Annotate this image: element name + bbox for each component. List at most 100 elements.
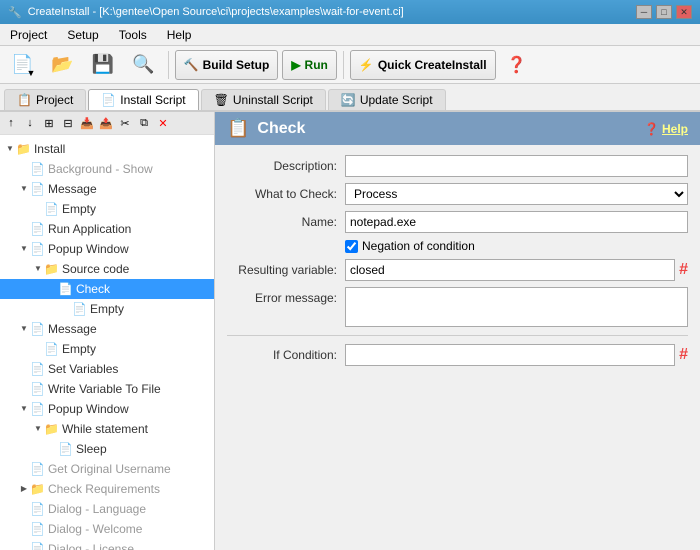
menu-help[interactable]: Help xyxy=(161,26,198,44)
what-to-check-select[interactable]: Process File Registry Service xyxy=(345,183,688,205)
run-button[interactable]: ▶ Run xyxy=(282,50,337,80)
tree-label-popup2: Popup Window xyxy=(48,400,129,418)
tree-icon-dialog-lang: 📄 xyxy=(30,500,45,518)
tab-update-script[interactable]: 🔄 Update Script xyxy=(328,89,446,110)
resulting-variable-hash-button[interactable]: # xyxy=(679,262,688,278)
expander-placeholder-get-username xyxy=(18,463,30,475)
maximize-button[interactable]: □ xyxy=(656,5,672,19)
window-controls: ─ □ ✕ xyxy=(636,5,692,19)
tree-label-set-variables: Set Variables xyxy=(48,360,118,378)
tree-label-popup1: Popup Window xyxy=(48,240,129,258)
stb-remove[interactable]: 📤 xyxy=(97,114,115,132)
stb-nav-up[interactable]: ↑ xyxy=(2,114,20,132)
tab-project-label: Project xyxy=(36,93,73,107)
tree-item-background-show[interactable]: 📄Background - Show xyxy=(0,159,214,179)
negation-row: Negation of condition xyxy=(345,239,688,253)
stb-copy[interactable]: ⧉ xyxy=(135,114,153,132)
tree-label-dialog-lang: Dialog - Language xyxy=(48,500,146,518)
tree-item-empty2[interactable]: 📄Empty xyxy=(0,299,214,319)
run-label: Run xyxy=(305,58,328,72)
name-input[interactable] xyxy=(345,211,688,233)
run-icon: ▶ xyxy=(291,58,300,72)
tab-project[interactable]: 📋 Project xyxy=(4,89,86,110)
build-setup-button[interactable]: 🔨 Build Setup xyxy=(175,50,279,80)
stb-cut[interactable]: ✂ xyxy=(116,114,134,132)
tree-item-write-variable[interactable]: 📄Write Variable To File xyxy=(0,379,214,399)
expander-placeholder-dialog-lang xyxy=(18,503,30,515)
tree-item-popup2[interactable]: ▼📄Popup Window xyxy=(0,399,214,419)
negation-checkbox[interactable] xyxy=(345,240,358,253)
title-bar-text: CreateInstall - [K:\gentee\Open Source\c… xyxy=(28,6,404,18)
tree-item-dialog-welcome[interactable]: 📄Dialog - Welcome xyxy=(0,519,214,539)
quick-create-icon: ⚡ xyxy=(359,58,374,72)
minimize-button[interactable]: ─ xyxy=(636,5,652,19)
tree-item-message1[interactable]: ▼📄Message xyxy=(0,179,214,199)
description-input[interactable] xyxy=(345,155,688,177)
error-message-textarea[interactable] xyxy=(345,287,688,327)
tree-label-get-username: Get Original Username xyxy=(48,460,171,478)
help-link[interactable]: Help xyxy=(662,122,688,136)
tree-item-sleep[interactable]: 📄Sleep xyxy=(0,439,214,459)
help-button[interactable]: ❓ xyxy=(500,49,534,81)
expander-install[interactable]: ▼ xyxy=(4,143,16,155)
quick-create-button[interactable]: ⚡ Quick CreateInstall xyxy=(350,50,496,80)
expander-popup1[interactable]: ▼ xyxy=(18,243,30,255)
menu-project[interactable]: Project xyxy=(4,26,53,44)
tree-icon-message2: 📄 xyxy=(30,320,45,338)
expander-while-statement[interactable]: ▼ xyxy=(32,423,44,435)
tree-icon-set-variables: 📄 xyxy=(30,360,45,378)
tree-item-dialog-lang[interactable]: 📄Dialog - Language xyxy=(0,499,214,519)
tree-icon-get-username: 📄 xyxy=(30,460,45,478)
tree-item-set-variables[interactable]: 📄Set Variables xyxy=(0,359,214,379)
tree-item-check-req[interactable]: ▶📁Check Requirements xyxy=(0,479,214,499)
tree-item-get-username[interactable]: 📄Get Original Username xyxy=(0,459,214,479)
stb-delete[interactable]: ✕ xyxy=(154,114,172,132)
tree-item-source-code[interactable]: ▼📁Source code xyxy=(0,259,214,279)
close-button[interactable]: ✕ xyxy=(676,5,692,19)
tab-uninstall-script[interactable]: 🗑 Uninstall Script xyxy=(201,89,326,110)
if-condition-input[interactable] xyxy=(345,344,675,366)
search-button[interactable]: 🔍 xyxy=(125,49,161,81)
expander-check-req[interactable]: ▶ xyxy=(18,483,30,495)
main-content: ↑ ↓ ⊞ ⊟ 📥 📤 ✂ ⧉ ✕ ▼📁Install 📄Background … xyxy=(0,112,700,550)
tree-item-empty1[interactable]: 📄Empty xyxy=(0,199,214,219)
tree-item-check[interactable]: 📄Check xyxy=(0,279,214,299)
tree-icon-popup1: 📄 xyxy=(30,240,45,258)
tree-label-install: Install xyxy=(34,140,65,158)
tree-item-dialog-license[interactable]: 📄Dialog - License xyxy=(0,539,214,550)
tree-label-source-code: Source code xyxy=(62,260,129,278)
save-button[interactable]: 💾 xyxy=(85,49,121,81)
tree-item-message2[interactable]: ▼📄Message xyxy=(0,319,214,339)
expander-popup2[interactable]: ▼ xyxy=(18,403,30,415)
resulting-variable-input[interactable] xyxy=(345,259,675,281)
tree-label-check: Check xyxy=(76,280,110,298)
tree-item-install[interactable]: ▼📁Install xyxy=(0,139,214,159)
tree-label-sleep: Sleep xyxy=(76,440,107,458)
negation-label: Negation of condition xyxy=(362,239,475,253)
menu-setup[interactable]: Setup xyxy=(61,26,104,44)
new-button[interactable]: 📄 ▼ xyxy=(4,49,40,81)
stb-expand-all[interactable]: ⊞ xyxy=(40,114,58,132)
panel-header: 📋 Check ❓ Help xyxy=(215,112,700,145)
tree-item-run-app[interactable]: 📄Run Application xyxy=(0,219,214,239)
tree-item-empty3[interactable]: 📄Empty xyxy=(0,339,214,359)
expander-message1[interactable]: ▼ xyxy=(18,183,30,195)
tree-item-while-statement[interactable]: ▼📁While statement xyxy=(0,419,214,439)
if-condition-hash-button[interactable]: # xyxy=(679,347,688,363)
tab-update-label: Update Script xyxy=(360,93,433,107)
install-tab-icon: 📄 xyxy=(101,93,116,107)
tab-install-script[interactable]: 📄 Install Script xyxy=(88,89,198,110)
error-message-label: Error message: xyxy=(227,287,337,305)
tree-item-popup1[interactable]: ▼📄Popup Window xyxy=(0,239,214,259)
project-tab-icon: 📋 xyxy=(17,93,32,107)
menu-tools[interactable]: Tools xyxy=(113,26,153,44)
stb-collapse-all[interactable]: ⊟ xyxy=(59,114,77,132)
expander-source-code[interactable]: ▼ xyxy=(32,263,44,275)
tree-icon-popup2: 📄 xyxy=(30,400,45,418)
expander-message2[interactable]: ▼ xyxy=(18,323,30,335)
resulting-variable-row: # xyxy=(345,259,688,281)
stb-add-child[interactable]: 📥 xyxy=(78,114,96,132)
stb-nav-down[interactable]: ↓ xyxy=(21,114,39,132)
quick-create-label: Quick CreateInstall xyxy=(378,58,487,72)
open-button[interactable]: 📂 xyxy=(44,49,80,81)
